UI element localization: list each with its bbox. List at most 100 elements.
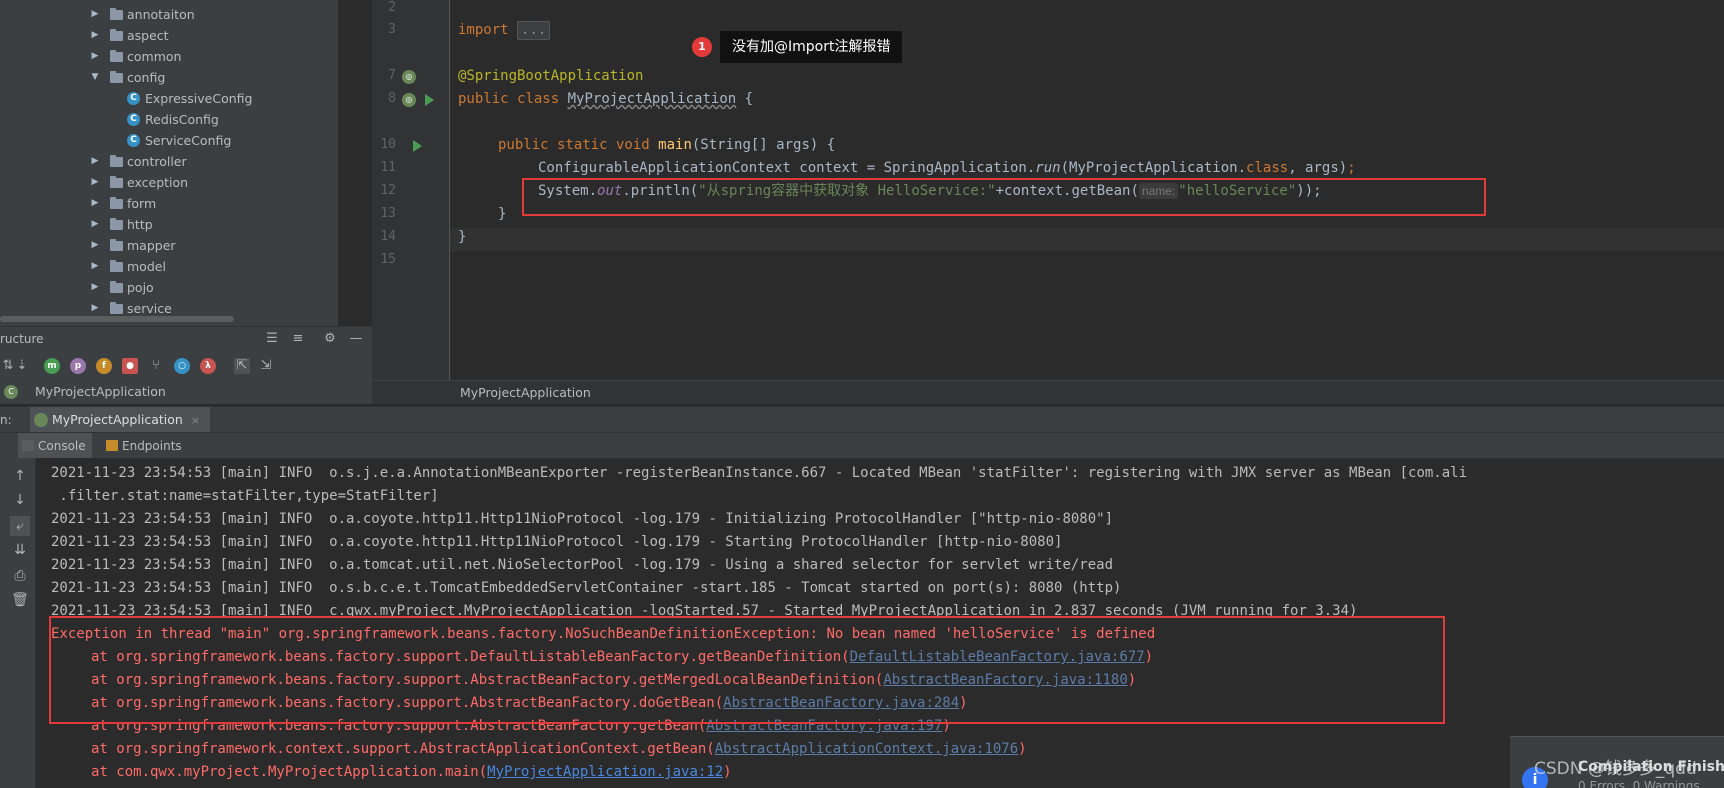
arrow-down-icon[interactable]: ↓ bbox=[10, 490, 30, 510]
trash-icon[interactable]: 🗑 bbox=[10, 590, 30, 610]
watermark: CSDN @钱多多_qdd bbox=[1534, 759, 1697, 779]
stack-trace-line: at org.springframework.beans.factory.sup… bbox=[91, 695, 968, 711]
log-line: 2021-11-23 23:54:53 [main] INFO o.a.tomc… bbox=[51, 557, 1114, 573]
run-gutter-icon[interactable] bbox=[413, 140, 422, 152]
folder-icon bbox=[110, 50, 123, 62]
folder-icon bbox=[110, 176, 123, 188]
folder-icon bbox=[110, 281, 123, 293]
source-link[interactable]: DefaultListableBeanFactory.java:677 bbox=[850, 649, 1145, 665]
show-non-public-icon[interactable]: ● bbox=[122, 358, 138, 374]
source-link[interactable]: MyProjectApplication.java:12 bbox=[487, 764, 723, 780]
run-config-tab[interactable]: MyProjectApplication × bbox=[30, 407, 211, 433]
spring-bean-icon[interactable]: ◎ bbox=[402, 70, 416, 84]
show-anonymous-icon[interactable]: ○ bbox=[174, 358, 190, 374]
structure-item[interactable]: C MyProjectApplication bbox=[0, 380, 372, 404]
chevron-right-icon[interactable]: ▶ bbox=[89, 151, 101, 172]
fold-placeholder[interactable]: ... bbox=[517, 21, 551, 40]
chevron-right-icon[interactable]: ▶ bbox=[89, 4, 101, 25]
spring-boot-icon bbox=[34, 413, 48, 427]
class-icon: C bbox=[127, 113, 140, 126]
exception-line: Exception in thread "main" org.springfra… bbox=[51, 626, 1156, 642]
chevron-right-icon[interactable]: ▶ bbox=[89, 214, 101, 235]
stack-trace-line: at org.springframework.beans.factory.sup… bbox=[91, 672, 1137, 688]
line-number: 12 bbox=[380, 183, 396, 198]
class-icon: C bbox=[127, 134, 140, 147]
chevron-down-icon[interactable]: ▼ bbox=[89, 67, 101, 88]
arrow-up-icon[interactable]: ↑ bbox=[10, 466, 30, 486]
structure-toolbar: ⇅ ⇣ m p f ● ⑂ ○ λ ⇱ ⇲ bbox=[0, 352, 372, 380]
line-number: 8 bbox=[388, 91, 396, 106]
code-line-14: } bbox=[458, 229, 467, 245]
project-tree[interactable]: ▶ annotaiton ▶ aspect ▶ common ▼ config … bbox=[0, 0, 338, 326]
folder-icon bbox=[110, 8, 123, 20]
panel-title: ructure bbox=[0, 332, 44, 346]
autoscroll-to-source-icon[interactable]: ⇱ bbox=[234, 358, 250, 374]
stack-trace-line: at org.springframework.beans.factory.sup… bbox=[91, 649, 1154, 665]
tab-console[interactable]: Console bbox=[18, 433, 92, 459]
source-link[interactable]: AbstractBeanFactory.java:1180 bbox=[883, 672, 1127, 688]
chevron-right-icon[interactable]: ▶ bbox=[89, 235, 101, 256]
chevron-right-icon[interactable]: ▶ bbox=[89, 193, 101, 214]
code-line-11: ConfigurableApplicationContext context =… bbox=[538, 160, 1356, 176]
minimize-icon[interactable]: — bbox=[348, 331, 364, 347]
chevron-right-icon[interactable]: ▶ bbox=[89, 256, 101, 277]
console-icon bbox=[22, 440, 34, 451]
line-number: 11 bbox=[380, 160, 396, 175]
log-line: 2021-11-23 23:54:53 [main] INFO o.s.b.c.… bbox=[51, 580, 1122, 596]
expand-all-icon[interactable]: ☰ bbox=[264, 331, 280, 347]
spring-bean-icon[interactable]: ◎ bbox=[402, 93, 416, 107]
gear-icon[interactable]: ⚙ bbox=[322, 331, 338, 347]
show-properties-icon[interactable]: p bbox=[70, 358, 86, 374]
folder-icon bbox=[110, 197, 123, 209]
soft-wrap-icon[interactable]: ⤶ bbox=[10, 516, 30, 536]
run-label: n: bbox=[0, 413, 12, 427]
log-line: 2021-11-23 23:54:53 [main] INFO o.a.coyo… bbox=[51, 511, 1114, 527]
code-line-7: @SpringBootApplication bbox=[458, 68, 644, 84]
code-line-8: public class MyProjectApplication { bbox=[458, 91, 754, 107]
horizontal-scrollbar[interactable] bbox=[0, 316, 234, 322]
log-line: 2021-11-23 23:54:53 [main] INFO o.a.coyo… bbox=[51, 534, 1063, 550]
line-number: 14 bbox=[380, 229, 396, 244]
chevron-right-icon[interactable]: ▶ bbox=[89, 277, 101, 298]
folder-icon bbox=[110, 239, 123, 251]
inherited-icon[interactable]: ⑂ bbox=[148, 358, 164, 374]
sort-alpha-icon[interactable]: ⇣ bbox=[14, 358, 30, 374]
stack-trace-line: at org.springframework.beans.factory.sup… bbox=[91, 718, 951, 734]
current-line-highlight bbox=[450, 228, 1724, 251]
log-line: 2021-11-23 23:54:53 [main] INFO c.qwx.my… bbox=[51, 603, 1358, 619]
show-fields-icon[interactable]: f bbox=[96, 358, 112, 374]
print-icon[interactable]: ⎙ bbox=[10, 566, 30, 586]
chevron-right-icon[interactable]: ▶ bbox=[89, 46, 101, 67]
show-lambdas-icon[interactable]: λ bbox=[200, 358, 216, 374]
folder-icon bbox=[110, 71, 123, 83]
source-link[interactable]: AbstractBeanFactory.java:197 bbox=[706, 718, 942, 734]
show-methods-icon[interactable]: m bbox=[44, 358, 60, 374]
structure-panel-header: ructure ☰ ≡ ⚙ — bbox=[0, 326, 372, 352]
source-link[interactable]: AbstractBeanFactory.java:284 bbox=[723, 695, 959, 711]
close-icon[interactable]: × bbox=[191, 414, 200, 427]
log-line: .filter.stat:name=statFilter,type=StatFi… bbox=[51, 488, 439, 504]
log-line: 2021-11-23 23:54:53 [main] INFO o.s.j.e.… bbox=[51, 465, 1468, 481]
editor-breadcrumb-bar: MyProjectApplication bbox=[372, 380, 1724, 404]
chevron-right-icon[interactable]: ▶ bbox=[89, 25, 101, 46]
tab-endpoints[interactable]: Endpoints bbox=[102, 433, 192, 459]
class-icon: C bbox=[127, 92, 140, 105]
scroll-to-end-icon[interactable]: ⇊ bbox=[10, 540, 30, 560]
breadcrumb[interactable]: MyProjectApplication bbox=[460, 385, 591, 400]
folder-icon bbox=[110, 302, 123, 314]
spring-class-icon: C bbox=[4, 385, 18, 399]
autoscroll-from-source-icon[interactable]: ⇲ bbox=[258, 358, 274, 374]
collapse-all-icon[interactable]: ≡ bbox=[290, 331, 306, 347]
source-link[interactable]: AbstractApplicationContext.java:1076 bbox=[715, 741, 1018, 757]
line-number: 10 bbox=[380, 137, 396, 152]
code-line-13: } bbox=[498, 206, 507, 222]
code-line-10: public static void main(String[] args) { bbox=[498, 137, 836, 153]
callout-tooltip: 没有加@Import注解报错 bbox=[720, 31, 903, 63]
run-tool-window-tabs: n: MyProjectApplication × bbox=[0, 406, 1724, 433]
run-gutter-icon[interactable] bbox=[425, 94, 434, 106]
endpoints-icon bbox=[106, 440, 118, 451]
chevron-right-icon[interactable]: ▶ bbox=[89, 172, 101, 193]
line-number: 7 bbox=[388, 68, 396, 83]
folder-icon bbox=[110, 29, 123, 41]
parameter-hint: name: bbox=[1138, 183, 1179, 199]
